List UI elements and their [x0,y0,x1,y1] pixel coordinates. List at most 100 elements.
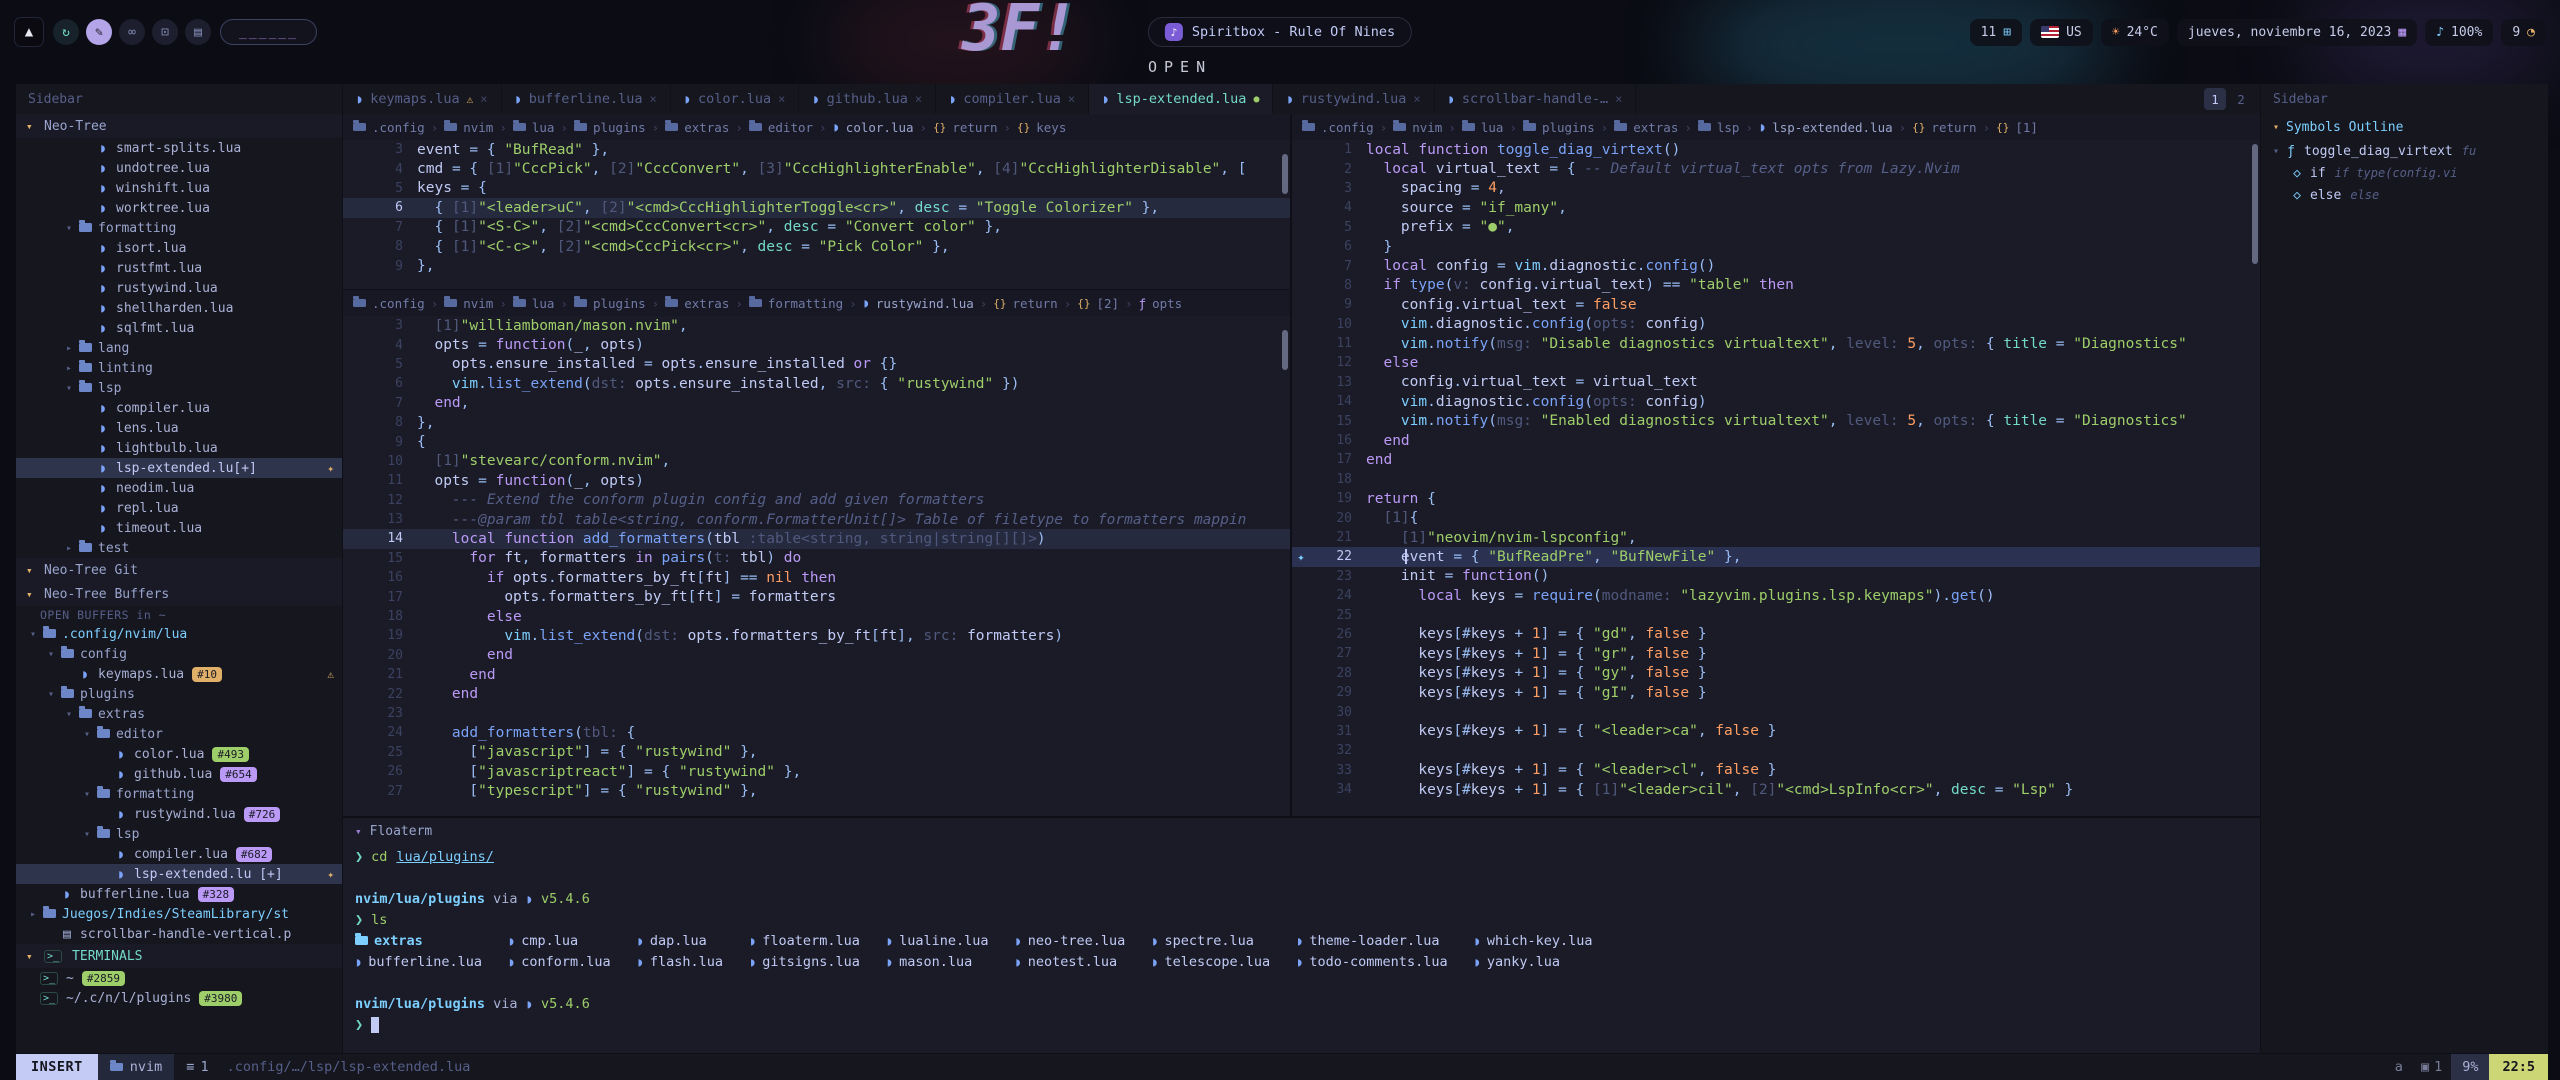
code-line[interactable]: 6 { [1]"<leader>uC", [2]"<cmd>CccHighlig… [343,198,1290,217]
breadcrumb-item[interactable]: return [1013,296,1058,311]
breadcrumb-item[interactable]: nvim [463,120,493,135]
breadcrumb-item[interactable]: keys [1036,120,1066,135]
editor-tab[interactable]: ◗keymaps.lua⚠× [343,84,502,114]
workspace-indicator[interactable]: 11⊞ [1970,19,2022,46]
terminal-item[interactable]: >_~#2859 [16,968,342,988]
terminal-item[interactable]: >_~/.c/n/l/plugins#3980 [16,988,342,1008]
close-icon[interactable]: × [480,92,487,106]
code-line[interactable]: 17end [1292,450,2260,469]
code-line[interactable]: 30 [1292,702,2260,721]
editor-tab[interactable]: ◗github.lua× [799,84,936,114]
breadcrumb-item[interactable]: lua [532,296,555,311]
breadcrumb-item[interactable]: plugins [1542,120,1595,135]
tree-item[interactable]: ◗neodim.lua [16,478,342,498]
tab-page-2[interactable]: 2 [2230,88,2252,110]
breadcrumb-item[interactable]: nvim [1412,120,1442,135]
tree-item[interactable]: ◗smart-splits.l​ua [16,138,342,158]
code-line[interactable]: 24 local keys = require(modname: "lazyvi… [1292,586,2260,605]
file-entry[interactable]: ◗telescope.lua [1151,951,1270,972]
tree-item[interactable]: ◗bufferline.lua#328 [16,884,342,904]
breadcrumb-item[interactable]: extras [684,120,729,135]
close-icon[interactable]: × [650,92,657,106]
symbols-outline-header[interactable]: ▾ Symbols Outline [2261,114,2548,140]
breadcrumb-item[interactable]: editor [768,120,813,135]
editor-tab[interactable]: ◗bufferline.lua× [502,84,671,114]
file-entry[interactable]: ◗flash.lua [637,951,723,972]
file-entry[interactable]: ◗neotest.lua [1014,951,1125,972]
file-entry[interactable]: ◗gitsigns.lua [749,951,860,972]
tree-item[interactable]: ▾extras [16,704,342,724]
code-line[interactable]: 6 vim.list_extend(dst: opts.ensure_insta… [343,374,1290,393]
tree-item[interactable]: ◗lightbulb.lua [16,438,342,458]
launcher-button[interactable]: ▲ [14,17,44,47]
file-entry[interactable]: ◗cmp.lua [508,930,611,951]
tree-item[interactable]: ▾formatting [16,784,342,804]
code-line[interactable]: 5 prefix = "●", [1292,218,2260,237]
file-entry[interactable]: ◗spectre.lua [1151,930,1270,951]
code-line[interactable]: ✦22 event = { "BufReadPre", "BufNewFile"… [1292,547,2260,566]
tree-item[interactable]: ▾lsp [16,824,342,844]
file-entry[interactable]: ◗neo-tree.lua [1014,930,1125,951]
tree-item[interactable]: ◗lsp-extended.lu[+]✦ [16,458,342,478]
code-line[interactable]: 19return { [1292,489,2260,508]
tree-item[interactable]: ▸linting [16,358,342,378]
prompt-line[interactable]: ❯ [355,1014,2260,1035]
code-line[interactable]: 26 keys[#keys + 1] = { "gd", false } [1292,625,2260,644]
breadcrumb-item[interactable]: plugins [593,120,646,135]
code-line[interactable]: 17 opts.formatters_by_ft[ft] = formatter… [343,587,1290,606]
tree-item[interactable]: ◗lens.lua [16,418,342,438]
tree-item[interactable]: ◗rustfmt.lua [16,258,342,278]
code-line[interactable]: 8}, [343,413,1290,432]
keyboard-layout[interactable]: US [2030,19,2093,46]
code-line[interactable]: 23 [343,704,1290,723]
code-line[interactable]: 33 keys[#keys + 1] = { "<leader>cl", fal… [1292,761,2260,780]
code-line[interactable]: 9}, [343,256,1290,275]
section-header[interactable]: ▾Neo-Tree Buffers [16,582,342,606]
code-line[interactable]: 4cmd = { [1]"CccPick", [2]"CccConvert", … [343,159,1290,178]
editor-tab[interactable]: ◗color.lua× [671,84,800,114]
tree-item[interactable]: ▤scrollbar-handle-vertical.p [16,924,342,944]
breadcrumb-item[interactable]: nvim [463,296,493,311]
code-line[interactable]: 22 end [343,684,1290,703]
windows-icon[interactable]: ⊡ [152,19,178,45]
tree-item[interactable]: ▾.config/nvim/lua [16,624,342,644]
file-entry[interactable]: ◗which-key.lua [1474,930,1593,951]
tree-item[interactable]: ◗rustywind.lua#726 [16,804,342,824]
code-line[interactable]: 20 [1]{ [1292,508,2260,527]
close-icon[interactable]: × [1413,92,1420,106]
window-title-pill[interactable]: ______ [220,19,317,45]
tree-item[interactable]: ◗sqlfmt.lua [16,318,342,338]
code-line[interactable]: 31 keys[#keys + 1] = { "<leader>ca", fal… [1292,722,2260,741]
code-line[interactable]: 25 ["javascript"] = { "rustywind" }, [343,743,1290,762]
scrollbar[interactable] [1282,154,1288,194]
editor-tab[interactable]: ◗compiler.lua× [936,84,1089,114]
close-icon[interactable]: × [778,92,785,106]
file-entry[interactable]: ◗theme-loader.lua [1296,930,1447,951]
tree-item[interactable]: ▾lsp [16,378,342,398]
file-entry[interactable]: ◗floaterm.lua [749,930,860,951]
tab-page-1[interactable]: 1 [2204,88,2226,110]
code-line[interactable]: 2 local virtual_text = { -- Default virt… [1292,159,2260,178]
floaterm-panel[interactable]: ▾Floaterm❯cdlua/plugins/nvim/lua/plugins… [343,816,2260,1053]
file-entry[interactable]: ◗yanky.lua [1474,951,1593,972]
update-icon[interactable]: ↻ [53,19,79,45]
code-line[interactable]: 12 --- Extend the conform plugin config … [343,491,1290,510]
code-line[interactable]: 7 local config = vim.diagnostic.config() [1292,256,2260,275]
code-line[interactable]: 29 keys[#keys + 1] = { "gI", false } [1292,683,2260,702]
breadcrumb-item[interactable]: return [1931,120,1976,135]
tree-item[interactable]: ◗keymaps.lua#10⚠ [16,664,342,684]
code-line[interactable]: 16 if opts.formatters_by_ft[ft] == nil t… [343,568,1290,587]
tree-item[interactable]: ▾plugins [16,684,342,704]
tree-item[interactable]: ◗color.lua#493 [16,744,342,764]
code-line[interactable]: 20 end [343,646,1290,665]
link-icon[interactable]: ∞ [119,19,145,45]
breadcrumb-item[interactable]: .config [372,296,425,311]
breadcrumb-item[interactable]: formatting [768,296,843,311]
file-entry[interactable]: ◗todo-comments.lua [1296,951,1447,972]
breadcrumb-item[interactable]: color.lua [846,120,914,135]
code-line[interactable]: 4 source = "if_many", [1292,198,2260,217]
outline-item[interactable]: ◇elseelse [2261,184,2548,206]
tree-item[interactable]: ▸lang [16,338,342,358]
timer[interactable]: 9◔ [2501,19,2546,46]
section-header[interactable]: ▾>_TERMINALS [16,944,342,968]
